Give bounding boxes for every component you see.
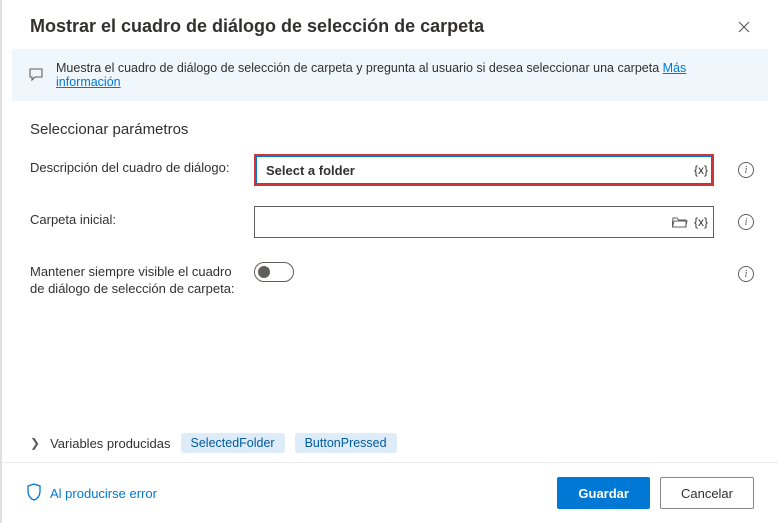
- param-row-keep-visible: Mantener siempre visible el cuadro de di…: [30, 258, 754, 298]
- variable-chip-selectedfolder[interactable]: SelectedFolder: [181, 433, 285, 453]
- banner-text: Muestra el cuadro de diálogo de selecció…: [56, 61, 752, 89]
- keep-visible-toggle[interactable]: [254, 262, 294, 282]
- info-icon[interactable]: i: [738, 162, 754, 178]
- shield-icon: [26, 483, 42, 504]
- on-error-label: Al producirse error: [50, 486, 157, 501]
- close-icon: [738, 21, 750, 33]
- parameters-panel: Descripción del cuadro de diálogo: {x} i…: [2, 146, 778, 298]
- info-icon[interactable]: i: [738, 266, 754, 282]
- save-button[interactable]: Guardar: [557, 477, 650, 509]
- variable-picker-icon[interactable]: {x}: [694, 215, 708, 229]
- variables-produced-section: ❯ Variables producidas SelectedFolder Bu…: [30, 433, 397, 453]
- cancel-button[interactable]: Cancelar: [660, 477, 754, 509]
- keep-visible-label: Mantener siempre visible el cuadro de di…: [30, 258, 242, 298]
- dialog-header: Mostrar el cuadro de diálogo de selecció…: [2, 0, 778, 49]
- variables-label: Variables producidas: [50, 436, 170, 451]
- variable-chip-buttonpressed[interactable]: ButtonPressed: [295, 433, 397, 453]
- close-button[interactable]: [734, 17, 754, 37]
- info-banner: Muestra el cuadro de diálogo de selecció…: [12, 49, 768, 101]
- initial-folder-label: Carpeta inicial:: [30, 206, 242, 229]
- folder-browse-icon[interactable]: [672, 215, 688, 229]
- on-error-link[interactable]: Al producirse error: [26, 483, 157, 504]
- description-label: Descripción del cuadro de diálogo:: [30, 154, 242, 177]
- toggle-knob: [258, 266, 270, 278]
- description-input[interactable]: [254, 154, 714, 186]
- dialog-footer: Al producirse error Guardar Cancelar: [2, 462, 778, 523]
- param-row-initial-folder: Carpeta inicial: {x} i: [30, 206, 754, 238]
- comment-icon: [28, 66, 44, 85]
- chevron-right-icon[interactable]: ❯: [30, 436, 40, 450]
- info-icon[interactable]: i: [738, 214, 754, 230]
- variable-picker-icon[interactable]: {x}: [694, 163, 708, 177]
- param-row-description: Descripción del cuadro de diálogo: {x} i: [30, 154, 754, 186]
- section-title: Seleccionar parámetros: [2, 101, 778, 146]
- dialog-title: Mostrar el cuadro de diálogo de selecció…: [30, 16, 484, 37]
- initial-folder-input[interactable]: [254, 206, 714, 238]
